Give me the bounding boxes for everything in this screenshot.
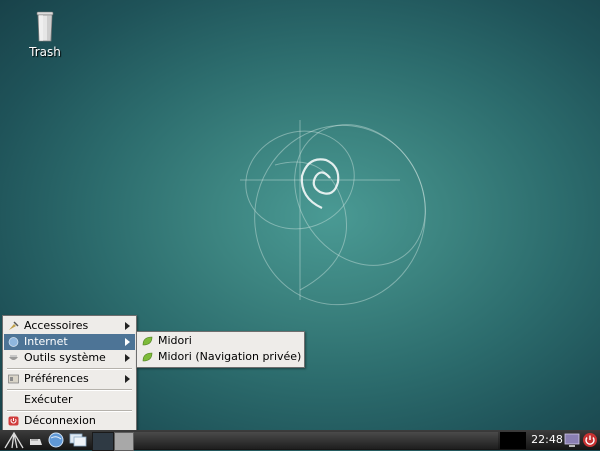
preferences-icon: [8, 374, 19, 384]
menu-item-label: Midori (Navigation privée): [158, 350, 302, 363]
menu-item-accessories[interactable]: Accessoires: [4, 318, 135, 334]
task-list: [134, 432, 498, 449]
submenu-arrow-icon: [125, 338, 130, 346]
menu-item-label: Internet: [24, 335, 68, 348]
submenu-arrow-icon: [125, 354, 130, 362]
menu-item-label: Accessoires: [24, 319, 89, 332]
menu-item-logout[interactable]: Déconnexion: [4, 413, 135, 429]
start-menu-button[interactable]: [3, 431, 25, 449]
menu-item-midori[interactable]: Midori: [138, 333, 303, 349]
screen-lock-icon[interactable]: [564, 431, 580, 449]
submenu-arrow-icon: [125, 375, 130, 383]
menu-item-midori-private[interactable]: Midori (Navigation privée): [138, 349, 303, 365]
accessories-icon: [9, 321, 19, 330]
application-menu: Accessoires Internet Outils système Préf…: [2, 315, 137, 431]
internet-icon: [8, 337, 19, 347]
menu-item-label: Déconnexion: [24, 414, 96, 427]
menu-item-label: Outils système: [24, 351, 106, 364]
trash-icon: [36, 11, 54, 42]
menu-item-system-tools[interactable]: Outils système: [4, 350, 135, 366]
desktop-icon-trash[interactable]: Trash: [22, 8, 68, 59]
menu-item-label: Midori: [158, 334, 192, 347]
clock[interactable]: 22:48: [530, 430, 564, 450]
show-desktop-icon[interactable]: [68, 431, 88, 449]
menu-item-label: Exécuter: [24, 393, 73, 406]
internet-submenu: Midori Midori (Navigation privée): [136, 331, 305, 368]
workspace-pager-2[interactable]: [114, 432, 134, 451]
system-tray: [500, 432, 526, 449]
workspace-pager-1[interactable]: [92, 432, 114, 451]
trash-label: Trash: [29, 45, 61, 59]
browser-launcher-icon[interactable]: [47, 431, 65, 449]
submenu-arrow-icon: [125, 322, 130, 330]
power-icon[interactable]: [582, 431, 598, 449]
menu-item-preferences[interactable]: Préférences: [4, 371, 135, 387]
menu-item-run[interactable]: Exécuter: [4, 392, 135, 408]
system-tools-icon: [9, 355, 18, 360]
logout-icon: [8, 416, 19, 426]
menu-separator: [7, 389, 132, 391]
menu-separator: [7, 410, 132, 412]
terminal-launcher-icon[interactable]: [28, 431, 44, 449]
midori-icon: [142, 336, 153, 346]
midori-icon: [142, 352, 153, 362]
menu-item-internet[interactable]: Internet: [4, 334, 135, 350]
menu-separator: [7, 368, 132, 370]
menu-item-label: Préférences: [24, 372, 89, 385]
